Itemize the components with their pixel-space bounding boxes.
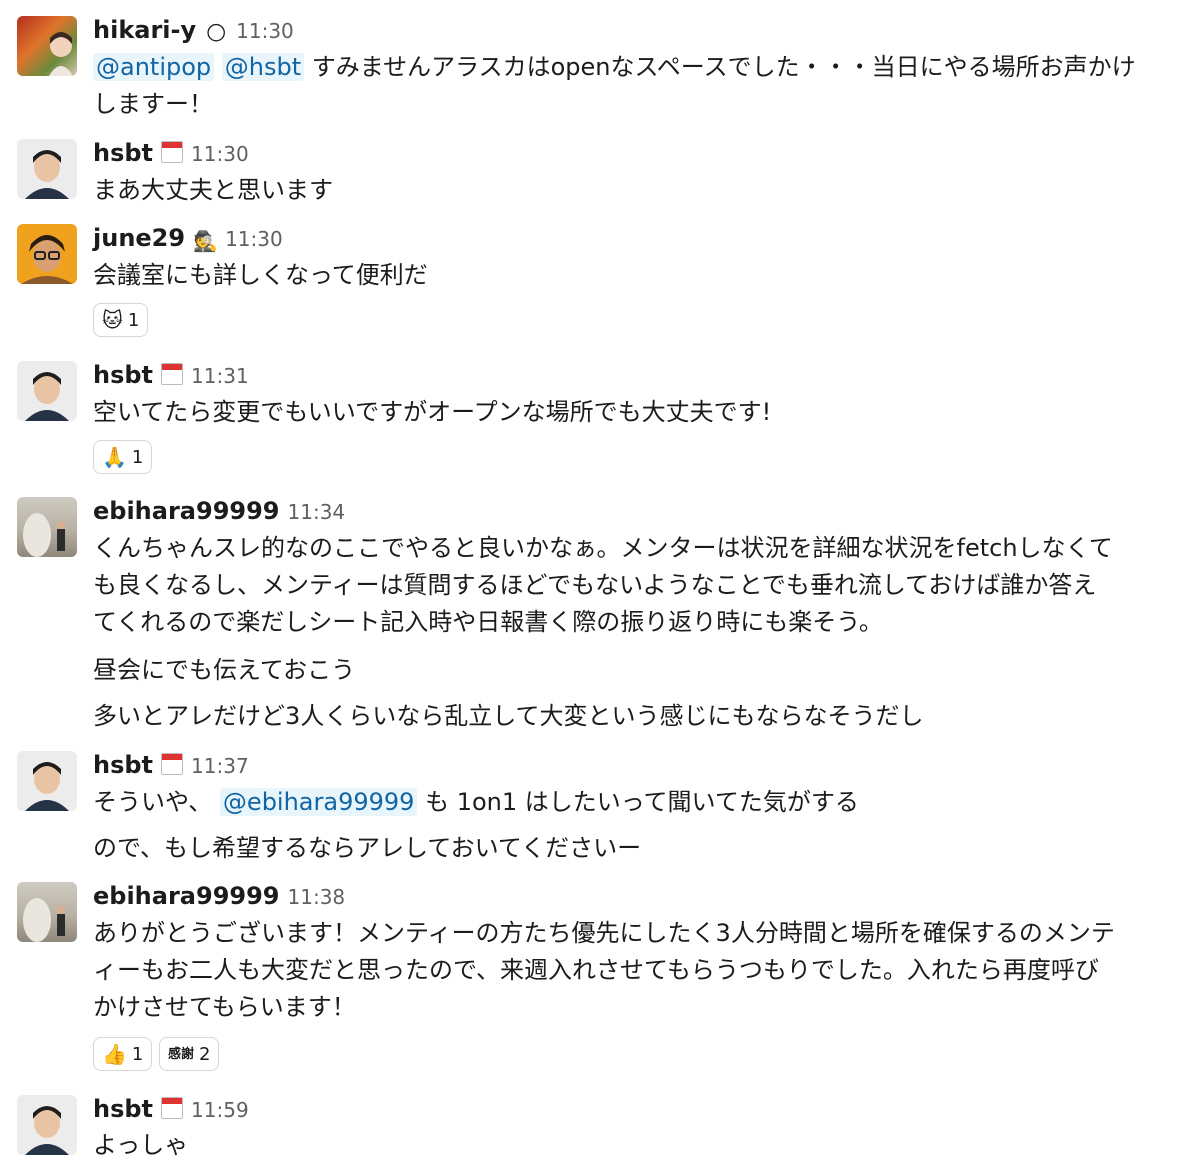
username[interactable]: hsbt xyxy=(93,361,153,389)
username[interactable]: hsbt xyxy=(93,1095,153,1123)
detective-icon: 🕵 xyxy=(193,229,218,253)
calendar-icon xyxy=(161,141,184,163)
timestamp[interactable]: 11:30 xyxy=(191,142,249,166)
username[interactable]: june29 xyxy=(93,224,185,252)
avatar[interactable] xyxy=(17,497,77,557)
avatar-image xyxy=(21,235,73,284)
message-text: そういや、 @ebihara99999 も 1on1 はしたいって聞いてた気がす… xyxy=(93,784,1188,821)
message-header: hsbt 11:30 xyxy=(93,139,249,169)
avatar-image xyxy=(25,372,69,421)
message-line: ィーもお二人も大変だと思ったので、来週入れさせてもらうつもりでした。入れたら再度… xyxy=(93,956,1099,984)
message-header: hsbt 11:31 xyxy=(93,361,249,391)
message-line: かけさせてもらいます！ xyxy=(93,993,356,1021)
timestamp[interactable]: 11:37 xyxy=(191,754,249,778)
reaction-count: 1 xyxy=(131,446,144,468)
cat-icon: 🐱 xyxy=(102,308,123,332)
message-header: june29 🕵 11:30 xyxy=(93,224,283,254)
message-text: @antipop @hsbt すみませんアラスカはopenなスペースでした・・・… xyxy=(93,49,1188,123)
message-header: hsbt 11:59 xyxy=(93,1095,249,1125)
username[interactable]: ebihara99999 xyxy=(93,882,280,910)
message-text: まあ大丈夫と思います xyxy=(93,176,333,204)
message-line: ありがとうございます！メンティーの方たち優先にしたく3人分時間と場所を確保するの… xyxy=(93,919,1115,947)
avatar[interactable] xyxy=(17,16,77,76)
message-text: よっしゃ xyxy=(93,1131,189,1159)
message-text: ありがとうございます！メンティーの方たち優先にしたく3人分時間と場所を確保するの… xyxy=(93,915,1188,1026)
moon-icon: 🌕 xyxy=(205,21,227,45)
mention[interactable]: @ebihara99999 xyxy=(219,788,418,816)
message-text-continued: しますー！ xyxy=(93,90,213,118)
avatar-image xyxy=(25,762,69,811)
avatar-image xyxy=(23,513,65,557)
message-header: ebihara99999 11:34 xyxy=(93,497,345,527)
message-text: 昼会にでも伝えておこう xyxy=(93,656,356,684)
message-text: 空いてたら変更でもいいですがオープンな場所でも大丈夫です! xyxy=(93,398,772,426)
avatar[interactable] xyxy=(17,751,77,811)
reaction[interactable]: 感謝 2 xyxy=(159,1037,220,1071)
avatar-image xyxy=(25,1106,69,1155)
avatar-image xyxy=(49,32,73,76)
message-text: 会議室にも詳しくなって便利だ xyxy=(93,261,428,289)
avatar[interactable] xyxy=(17,139,77,199)
reaction-count: 1 xyxy=(131,1043,144,1065)
message-header: hsbt 11:37 xyxy=(93,751,249,781)
message-text: くんちゃんスレ的なのここでやると良いかなぁ。メンターは状況を詳細な状況をfetc… xyxy=(93,530,1188,641)
calendar-icon xyxy=(161,363,184,385)
avatar-image xyxy=(25,150,69,199)
timestamp[interactable]: 11:30 xyxy=(236,19,294,43)
message-line: てくれるので楽だしシート記入時や日報書く際の振り返り時にも楽そう。 xyxy=(93,608,883,636)
pray-icon: 🙏 xyxy=(102,445,127,469)
timestamp[interactable]: 11:31 xyxy=(191,364,249,388)
avatar[interactable] xyxy=(17,224,77,284)
avatar-image xyxy=(23,898,65,942)
thumbs-up-icon: 👍 xyxy=(102,1042,127,1066)
reaction[interactable]: 🙏 1 xyxy=(93,440,153,474)
reaction[interactable]: 👍 1 xyxy=(93,1037,153,1071)
reaction-count: 1 xyxy=(127,309,140,331)
message-header: ebihara99999 11:38 xyxy=(93,882,345,912)
mention[interactable]: @hsbt xyxy=(221,53,305,81)
message-text-body: も 1on1 はしたいって聞いてた気がする xyxy=(417,788,859,816)
message-line: くんちゃんスレ的なのここでやると良いかなぁ。メンターは状況を詳細な状況をfetc… xyxy=(93,534,1113,562)
reaction-count: 2 xyxy=(199,1043,211,1065)
message-text: 多いとアレだけど3人くらいなら乱立して大変という感じにもならなそうだし xyxy=(93,702,924,730)
calendar-icon xyxy=(161,753,184,775)
mention[interactable]: @antipop xyxy=(93,53,215,81)
timestamp[interactable]: 11:34 xyxy=(288,500,346,524)
message-text: ので、もし希望するならアレしておいてくださいー xyxy=(93,834,642,862)
timestamp[interactable]: 11:38 xyxy=(288,885,346,909)
username[interactable]: hsbt xyxy=(93,751,153,779)
avatar[interactable] xyxy=(17,1095,77,1155)
message-line: も良くなるし、メンティーは質問するほどでもないようなことでも垂れ流しておけば誰か… xyxy=(93,571,1097,599)
username[interactable]: hsbt xyxy=(93,139,153,167)
timestamp[interactable]: 11:59 xyxy=(191,1098,249,1122)
avatar[interactable] xyxy=(17,882,77,942)
calendar-icon xyxy=(161,1097,184,1119)
message-text-body: すみませんアラスカはopenなスペースでした・・・当日にやる場所お声かけ xyxy=(304,53,1136,81)
username[interactable]: hikari-y xyxy=(93,16,196,44)
message-header: hikari-y 🌕 11:30 xyxy=(93,16,294,46)
username[interactable]: ebihara99999 xyxy=(93,497,280,525)
message-text-body: そういや、 xyxy=(93,788,220,816)
kansha-icon: 感謝 xyxy=(168,1046,195,1062)
timestamp[interactable]: 11:30 xyxy=(225,227,283,251)
reaction[interactable]: 🐱 1 xyxy=(93,303,149,337)
avatar[interactable] xyxy=(17,361,77,421)
